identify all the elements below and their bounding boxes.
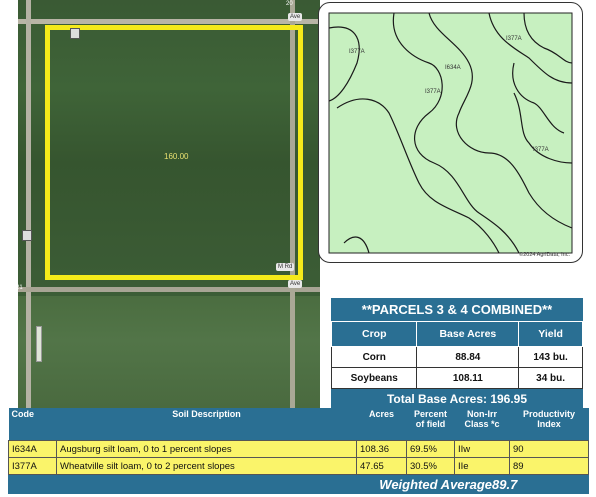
total-base-acres: Total Base Acres: 196.95 [331, 389, 583, 410]
base-acres-cell: 88.84 [416, 346, 520, 368]
acres-label: 160.00 [164, 152, 189, 161]
acres-cell: 47.65 [356, 457, 407, 475]
soil-map-svg: I377A I634A I377A I377A I377A [328, 12, 573, 254]
parcels-table: **PARCELS 3 & 4 COMBINED** Crop Base Acr… [330, 298, 583, 410]
col-code: Code [8, 408, 57, 441]
map-marker-west [22, 230, 32, 241]
class-cell: IIw [454, 440, 510, 458]
crop-cell: Corn [330, 346, 418, 368]
road-east-south [290, 296, 295, 408]
table-row: Soybeans 108.11 34 bu. [330, 367, 583, 389]
soil-label-4: I377A [506, 36, 522, 42]
road-west [26, 0, 31, 296]
road-south [18, 287, 320, 292]
aerial-map[interactable]: 160.00 Ave M Rd Ave 21 20 [18, 0, 320, 296]
road-label-north: Ave [288, 13, 303, 21]
description-cell: Augsburg silt loam, 0 to 1 percent slope… [56, 440, 357, 458]
table-row: Corn 88.84 143 bu. [330, 346, 583, 368]
soil-label-5: I377A [533, 147, 549, 153]
percent-cell: 30.5% [406, 457, 455, 475]
table-row: I377A Wheatville silt loam, 0 to 2 perce… [8, 457, 589, 475]
soil-label-1: I377A [349, 49, 365, 55]
road-north [18, 19, 320, 24]
table-row: I634A Augsburg silt loam, 0 to 1 percent… [8, 440, 589, 458]
col-percent: Percent of field [406, 408, 455, 441]
weighted-average-label: Weighted Average [379, 477, 492, 492]
aerial-map-south [18, 296, 320, 408]
yield-cell: 34 bu. [518, 367, 583, 389]
map-strip-marker [36, 326, 42, 362]
section-number-top: 20 [286, 1, 293, 7]
yield-cell: 143 bu. [518, 346, 583, 368]
code-cell: I377A [8, 457, 57, 475]
map-marker-north [70, 28, 80, 39]
weighted-average-value: 89.7 [492, 477, 518, 492]
weighted-average-bar: Weighted Average 89.7 [8, 475, 589, 494]
percent-cell: 69.5% [406, 440, 455, 458]
base-acres-cell: 108.11 [416, 367, 520, 389]
class-cell: IIe [454, 457, 510, 475]
parcels-title: **PARCELS 3 & 4 COMBINED** [331, 298, 583, 321]
code-cell: I634A [8, 440, 57, 458]
acres-cell: 108.36 [356, 440, 407, 458]
col-soil-description: Soil Description [56, 408, 357, 441]
soil-label-3: I377A [425, 89, 441, 95]
section-number-corner: 21 [18, 285, 23, 291]
productivity-cell: 90 [509, 440, 589, 458]
road-label-mid: M Rd [276, 263, 295, 271]
col-acres: Acres [356, 408, 407, 441]
road-label-south: Ave [288, 280, 303, 288]
col-productivity: Productivity Index [509, 408, 589, 441]
col-base-acres: Base Acres [416, 321, 520, 347]
copyright-notice: ©2024 AgriData, Inc. [519, 252, 570, 258]
description-cell: Wheatville silt loam, 0 to 2 percent slo… [56, 457, 357, 475]
road-west-south [26, 296, 31, 408]
soils-table: Code Soil Description Acres Percent of f… [8, 408, 589, 494]
soil-map[interactable]: I377A I634A I377A I377A I377A ©2024 Agri… [318, 2, 583, 263]
productivity-cell: 89 [509, 457, 589, 475]
col-yield: Yield [518, 321, 583, 347]
soil-label-2: I634A [445, 65, 461, 71]
crop-cell: Soybeans [330, 367, 418, 389]
col-crop: Crop [330, 321, 418, 347]
col-class: Non-Irr Class *c [454, 408, 510, 441]
